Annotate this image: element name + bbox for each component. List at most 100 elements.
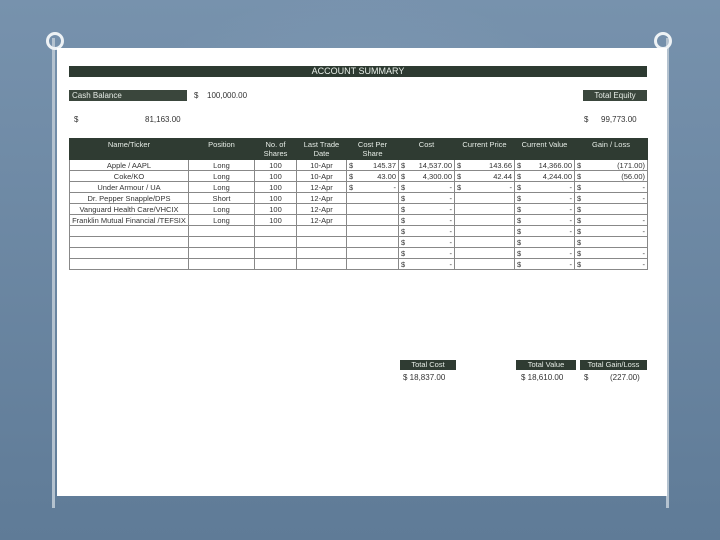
cell-current-value-currency: $	[517, 215, 522, 225]
table-row: Apple / AAPL Long 100 10-Apr $145.37 $14,537.…	[69, 159, 648, 171]
cell-current-value: $ -	[514, 225, 575, 237]
cell-cost-value: 14,537.00	[418, 160, 452, 170]
cell-cost: $ -	[398, 236, 455, 248]
col-gain-loss-header: Gain / Loss	[574, 138, 648, 160]
cell-cost-value: -	[449, 226, 453, 236]
cell-cost-value: -	[449, 259, 453, 269]
col-shares-header: No. of Shares	[254, 138, 297, 160]
cell-current-value-currency: $	[517, 259, 522, 269]
cell-current-value-currency: $	[517, 193, 522, 203]
cell-trade-date: 12-Apr	[296, 203, 347, 215]
cell-cost-value: -	[449, 215, 453, 225]
cell-cost: $4,300.00	[398, 170, 455, 182]
cell-current-price: $143.66	[454, 159, 515, 171]
cell-current-price: $ -	[454, 181, 515, 193]
cell-trade-date	[296, 225, 347, 237]
cell-current-price	[454, 214, 515, 226]
cell-current-price	[454, 192, 515, 204]
cell-cost-per-share	[346, 258, 399, 270]
cell-name: Dr. Pepper Snapple/DPS	[69, 192, 189, 204]
cell-cost-per-share: $ -	[346, 181, 399, 193]
cell-cost-per-share-currency: $	[349, 160, 354, 170]
cell-name: Apple / AAPL	[69, 159, 189, 171]
sheet-title: ACCOUNT SUMMARY	[69, 66, 647, 77]
cell-gain-loss-value: -	[642, 259, 646, 269]
cell-gain-loss-currency: $	[577, 226, 582, 236]
cell-current-value-value: 14,366.00	[538, 160, 572, 170]
cell-trade-date: 10-Apr	[296, 159, 347, 171]
cell-gain-loss: $	[574, 236, 648, 248]
total-gain-loss-label: Total Gain/Loss	[580, 360, 647, 370]
cell-cost-per-share	[346, 225, 399, 237]
cell-current-price-value: 143.66	[489, 160, 512, 170]
cell-name: Vanguard Health Care/VHCIX	[69, 203, 189, 215]
cell-cost-currency: $	[401, 248, 406, 258]
table-row: Vanguard Health Care/VHCIX Long 100 12-Apr $…	[69, 203, 648, 215]
col-position-header: Position	[188, 138, 255, 160]
cell-current-value-value: 4,244.00	[542, 171, 572, 181]
cell-cost-value: -	[449, 248, 453, 258]
cash-remaining-currency: $	[74, 115, 79, 124]
cell-gain-loss: $ -	[574, 192, 648, 204]
col-current-value-header: Current Value	[514, 138, 575, 160]
cell-cost-currency: $	[401, 171, 406, 181]
cell-shares: 100	[254, 159, 297, 171]
cell-current-value: $ -	[514, 192, 575, 204]
cell-gain-loss-value: -	[642, 193, 646, 203]
cell-shares	[254, 247, 297, 259]
col-cost-per-share-header: Cost Per Share	[346, 138, 399, 160]
table-row: Dr. Pepper Snapple/DPS Short 100 12-Apr $ - $ -…	[69, 192, 648, 204]
cell-cost-value: -	[449, 204, 453, 214]
cell-cost-per-share-currency: $	[349, 182, 354, 192]
col-current-price-header: Current Price	[454, 138, 515, 160]
cell-cost-currency: $	[401, 259, 406, 269]
cell-gain-loss-value: (171.00)	[617, 160, 645, 170]
cell-gain-loss: $ -	[574, 181, 648, 193]
cell-current-value: $ -	[514, 181, 575, 193]
cell-name	[69, 247, 189, 259]
cell-cost-per-share: $145.37	[346, 159, 399, 171]
cell-cost: $ -	[398, 225, 455, 237]
cell-cost-per-share	[346, 247, 399, 259]
cell-gain-loss-currency: $	[577, 171, 582, 181]
cell-name	[69, 236, 189, 248]
cell-current-value-value: -	[569, 226, 573, 236]
cell-current-value: $ -	[514, 247, 575, 259]
cell-cost-currency: $	[401, 204, 406, 214]
binder-rail-left	[52, 38, 55, 508]
cell-current-price-value: 42.44	[493, 171, 512, 181]
cell-position	[188, 225, 255, 237]
table-row: Coke/KO Long 100 10-Apr $43.00 $4,300.00 $42.4…	[69, 170, 648, 182]
cell-current-price	[454, 236, 515, 248]
account-summary-sheet: ACCOUNT SUMMARY Cash Balance $ 100,000.0…	[57, 48, 667, 496]
cell-gain-loss-value: -	[642, 226, 646, 236]
cell-current-price	[454, 258, 515, 270]
cell-current-value-currency: $	[517, 160, 522, 170]
cell-current-value: $	[514, 236, 575, 248]
table-row: $ - $ - $ -	[69, 225, 648, 237]
cell-position	[188, 258, 255, 270]
cell-cost: $14,537.00	[398, 159, 455, 171]
cell-current-price-currency: $	[457, 160, 462, 170]
cell-current-value: $ -	[514, 214, 575, 226]
cell-shares: 100	[254, 181, 297, 193]
cell-gain-loss: $ -	[574, 258, 648, 270]
total-gain-loss-value: (227.00)	[610, 373, 640, 382]
cell-current-value-currency: $	[517, 248, 522, 258]
total-value-label: Total Value	[516, 360, 576, 370]
cell-current-value-value: -	[569, 182, 573, 192]
cell-cost-per-share	[346, 203, 399, 215]
total-equity-value: 99,773.00	[601, 115, 637, 124]
cell-gain-loss-currency: $	[577, 259, 582, 269]
cell-gain-loss-currency: $	[577, 248, 582, 258]
col-trade-date-header: Last Trade Date	[296, 138, 347, 160]
cell-position: Long	[188, 181, 255, 193]
cell-current-price-value: -	[509, 182, 513, 192]
cell-shares: 100	[254, 170, 297, 182]
cell-trade-date	[296, 247, 347, 259]
cell-gain-loss-currency: $	[577, 193, 582, 203]
cell-current-price	[454, 247, 515, 259]
cell-cost-per-share-value: -	[393, 182, 397, 192]
total-value-value: $ 18,610.00	[521, 373, 564, 382]
cell-cost: $ -	[398, 214, 455, 226]
